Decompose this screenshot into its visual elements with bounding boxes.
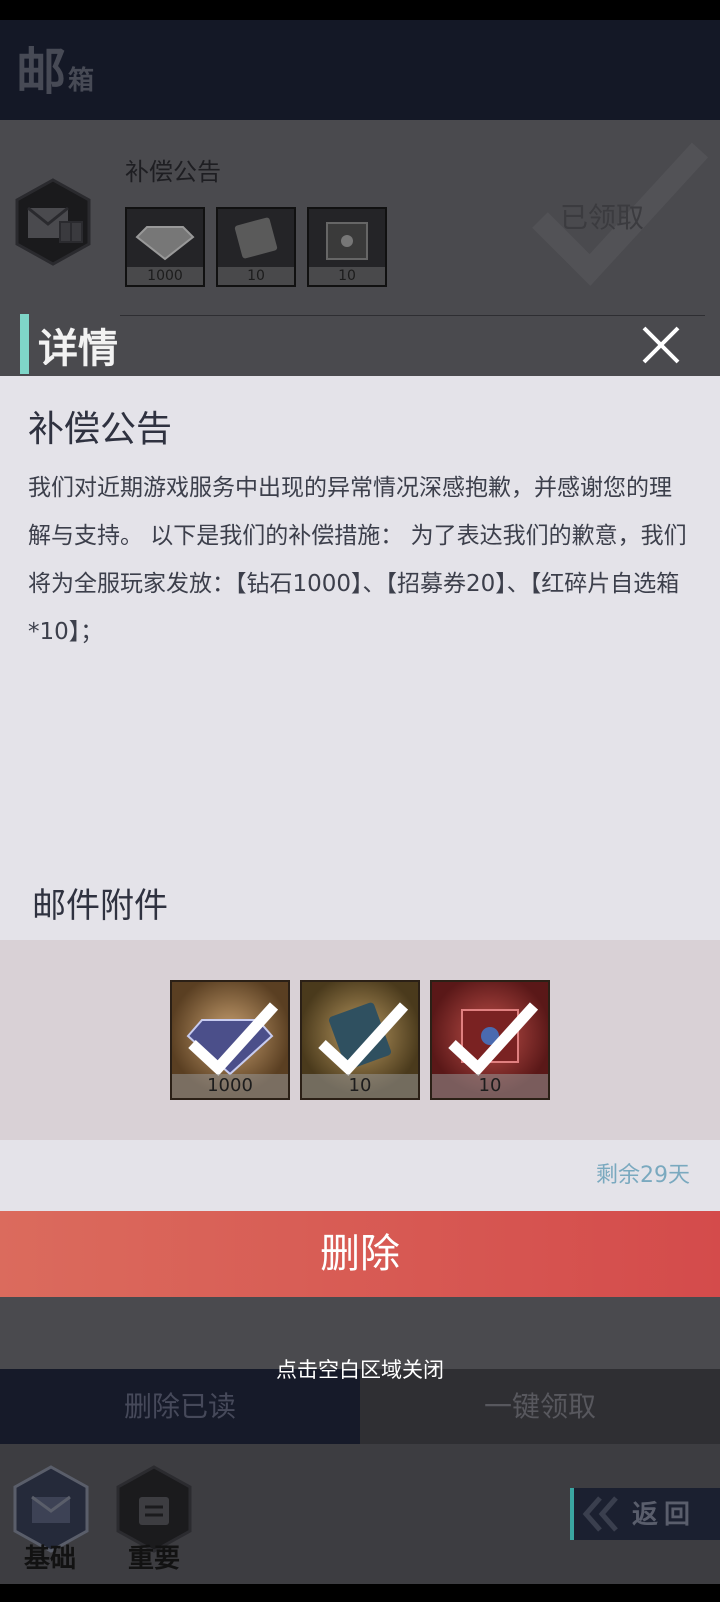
mailbox-header <box>0 20 720 120</box>
attachment-item[interactable]: 10 <box>430 980 550 1100</box>
reward-count: 10 <box>218 267 294 285</box>
detail-header-accent <box>20 314 29 374</box>
reward-count: 10 <box>309 267 385 285</box>
attachments-title: 邮件附件 <box>32 886 168 926</box>
tab-basic-label[interactable]: 基础 <box>24 1538 76 1575</box>
attachment-item[interactable]: 1000 <box>170 980 290 1100</box>
close-hint[interactable]: 点击空白区域关闭 <box>0 1354 720 1384</box>
delete-button[interactable]: 删除 <box>0 1211 720 1297</box>
detail-body-text: 我们对近期游戏服务中出现的异常情况深感抱歉，并感谢您的理解与支持。 以下是我们的… <box>28 475 687 645</box>
detail-header-title: 详情 <box>38 326 118 372</box>
diamond-icon <box>135 226 195 261</box>
status-bar <box>0 0 720 20</box>
reward-count: 1000 <box>127 267 203 285</box>
mail-reward-thumb: 10 <box>216 207 296 287</box>
mail-status-claimed: 已领取 <box>560 201 645 234</box>
detail-title: 补偿公告 <box>28 409 173 450</box>
attachment-count: 10 <box>302 1074 418 1098</box>
tab-important-label[interactable]: 重要 <box>128 1538 180 1575</box>
mail-reward-thumb: 10 <box>307 207 387 287</box>
attachment-count: 10 <box>432 1074 548 1098</box>
shard-box-icon <box>326 222 368 260</box>
mail-envelope-icon <box>15 178 91 266</box>
mail-reward-thumb: 1000 <box>125 207 205 287</box>
attachment-item[interactable]: 10 <box>300 980 420 1100</box>
mailbox-title-sub: 箱 <box>68 66 97 96</box>
close-icon[interactable] <box>638 322 684 368</box>
double-chevron-left-icon <box>582 1496 618 1532</box>
mail-subject: 补偿公告 <box>125 158 221 186</box>
mailbox-title-main: 邮 <box>16 43 68 101</box>
ticket-icon <box>234 217 278 259</box>
mailbox-title: 邮箱 <box>16 32 96 104</box>
attachment-count: 1000 <box>172 1074 288 1098</box>
list-divider <box>120 315 705 316</box>
nav-bar-bottom <box>0 1584 720 1602</box>
back-button-label[interactable]: 返回 <box>632 1494 696 1531</box>
remaining-days: 剩余29天 <box>596 1163 690 1188</box>
